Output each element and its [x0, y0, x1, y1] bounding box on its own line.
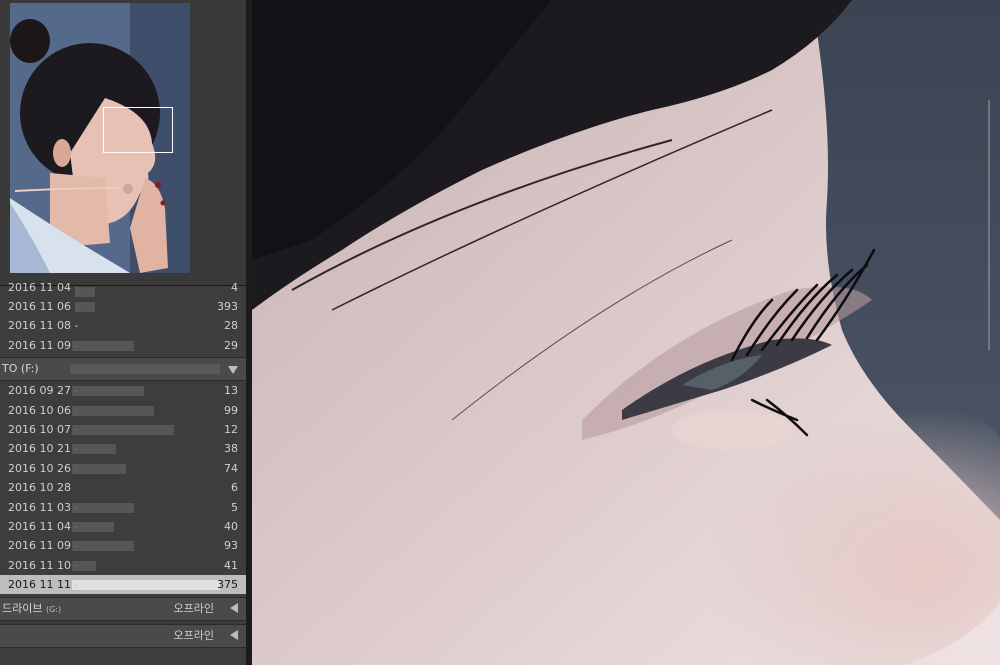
folder-count: 41 — [224, 558, 238, 572]
folder-row[interactable]: 2016 09 27 - 13 — [0, 381, 246, 400]
folder-list: 2016 11 04 - 4 2016 11 06 - 393 2016 11 … — [0, 282, 246, 649]
folder-label: 2016 10 21 - — [8, 442, 79, 456]
redacted-name — [72, 340, 134, 351]
folder-row[interactable]: 2016 10 21 - 38 — [0, 439, 246, 458]
zoomed-photo — [252, 0, 1000, 665]
collapse-arrow-icon[interactable] — [228, 366, 238, 375]
folder-row[interactable]: 2016 11 09 - 29 — [0, 336, 246, 355]
redacted-name — [72, 541, 134, 552]
folder-row[interactable]: 2016 11 04 - 4 — [0, 282, 246, 297]
folder-count: 375 — [217, 578, 238, 592]
redacted-name — [72, 580, 220, 591]
redacted-name — [72, 560, 96, 571]
folder-row[interactable]: 2016 10 26 - 74 — [0, 459, 246, 478]
folder-row[interactable]: 2016 11 08 - 28 — [0, 316, 246, 335]
volume-header-h[interactable]: 오프라인 — [0, 624, 246, 649]
folder-row[interactable]: 2016 10 06 - 99 — [0, 401, 246, 420]
volume-status: 오프라인 — [173, 629, 214, 643]
loupe-image-view[interactable] — [252, 0, 1000, 665]
folder-label: 2016 11 09 - — [8, 539, 79, 553]
redacted-name — [72, 463, 126, 474]
expand-arrow-icon[interactable] — [230, 630, 238, 641]
folder-count: 29 — [224, 338, 238, 352]
left-panel: 2016 11 04 - 4 2016 11 06 - 393 2016 11 … — [0, 0, 250, 665]
folder-label: 2016 11 03 - — [8, 500, 79, 514]
folder-count: 28 — [224, 319, 238, 333]
redacted-name — [72, 386, 144, 397]
folder-label: 2016 11 10 - — [8, 558, 79, 572]
folder-row[interactable]: 2016 11 06 - 393 — [0, 297, 246, 316]
folder-count: 4 — [231, 281, 238, 294]
folder-count: 93 — [224, 539, 238, 553]
expand-arrow-icon[interactable] — [230, 603, 238, 614]
folder-row[interactable]: 2016 11 03 - 5 — [0, 498, 246, 517]
folder-label: 2016 09 27 - — [8, 384, 79, 398]
folder-label: 2016 10 26 - — [8, 461, 79, 475]
folder-label: 2016 11 11 - — [8, 578, 79, 592]
folder-count: 393 — [217, 300, 238, 313]
folder-label: 2016 11 09 - — [8, 338, 79, 352]
volume-name: TO (F:) — [2, 362, 39, 376]
folder-count: 99 — [224, 403, 238, 417]
folder-label: 2016 11 06 - — [8, 300, 79, 313]
redacted-name — [75, 287, 95, 297]
folder-count: 12 — [224, 422, 238, 436]
folder-row[interactable]: 2016 11 04 - 40 — [0, 517, 246, 536]
folder-row[interactable]: 2016 11 09 - 93 — [0, 536, 246, 555]
folder-count: 74 — [224, 461, 238, 475]
folder-count: 13 — [224, 384, 238, 398]
folder-row[interactable]: 2016 10 07 - 12 — [0, 420, 246, 439]
drive-letter: (G:) — [45, 605, 62, 615]
folder-label: 2016 11 08 - — [8, 319, 79, 333]
redacted-name — [72, 502, 134, 513]
volume-name: 드라이브 (G:) — [2, 598, 61, 621]
navigator-panel — [0, 0, 246, 286]
redacted-name — [72, 405, 154, 416]
zoom-region-indicator[interactable] — [103, 107, 173, 153]
volume-label: 드라이브 — [2, 602, 43, 616]
folder-label: 2016 11 04 - — [8, 281, 79, 294]
volume-header-g[interactable]: 드라이브 (G:) 오프라인 — [0, 597, 246, 622]
redacted-volume-info — [70, 364, 220, 375]
redacted-name — [72, 444, 116, 455]
folder-label: 2016 10 28 — [8, 481, 71, 495]
scroll-indicator[interactable] — [988, 100, 990, 350]
redacted-name — [75, 302, 95, 312]
folder-count: 5 — [231, 500, 238, 514]
redacted-name — [72, 424, 174, 435]
volume-header-f[interactable]: TO (F:) — [0, 357, 246, 382]
folder-row[interactable]: 2016 10 28 6 — [0, 478, 246, 497]
redacted-name — [72, 521, 114, 532]
folder-count: 38 — [224, 442, 238, 456]
folder-count: 6 — [231, 481, 238, 495]
folder-row[interactable]: 2016 11 10 - 41 — [0, 556, 246, 575]
volume-status: 오프라인 — [173, 602, 214, 616]
folder-count: 40 — [224, 519, 238, 533]
folder-label: 2016 10 06 - — [8, 403, 79, 417]
folder-label: 2016 11 04 - — [8, 519, 79, 533]
folder-label: 2016 10 07 - — [8, 422, 79, 436]
folder-row-selected[interactable]: 2016 11 11 - 375 — [0, 575, 246, 595]
